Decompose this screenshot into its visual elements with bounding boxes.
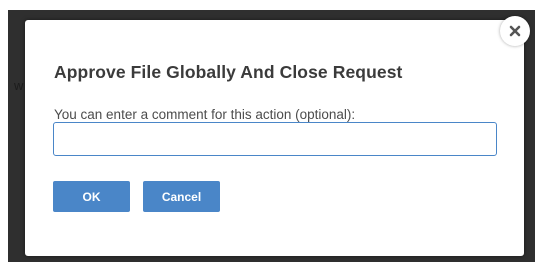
background-text: w <box>14 78 24 93</box>
close-button[interactable] <box>500 16 530 46</box>
dialog-title: Approve File Globally And Close Request <box>54 62 403 82</box>
comment-label: You can enter a comment for this action … <box>54 107 356 122</box>
approve-dialog: Approve File Globally And Close Request … <box>25 20 524 256</box>
comment-input[interactable] <box>53 122 497 156</box>
close-icon <box>509 25 521 37</box>
cancel-button[interactable]: Cancel <box>143 181 220 212</box>
ok-button[interactable]: OK <box>53 181 130 212</box>
